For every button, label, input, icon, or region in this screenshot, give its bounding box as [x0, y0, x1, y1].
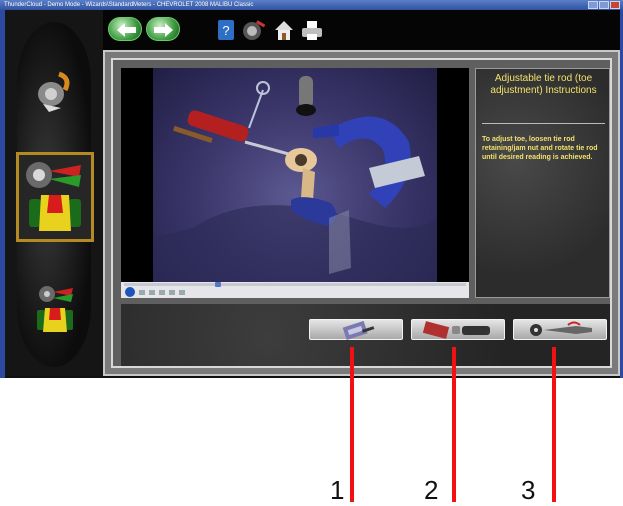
back-arrow-icon [117, 23, 136, 37]
video-progress-bar[interactable] [124, 282, 466, 287]
home-icon[interactable] [272, 18, 296, 42]
video-progress-knob[interactable] [215, 282, 221, 287]
help-icon[interactable]: ? [214, 18, 238, 42]
callout-line-1 [350, 347, 354, 502]
minimize-button[interactable] [588, 1, 598, 9]
next-icon[interactable] [179, 290, 185, 295]
callout-line-3 [552, 347, 556, 502]
instructions-panel: Adjustable tie rod (toe adjustment) Inst… [475, 68, 610, 298]
sidebar-item-adjust[interactable] [19, 60, 89, 120]
tie-rod-tool-icon [530, 321, 592, 336]
callout-line-2 [452, 347, 456, 502]
instructions-body: To adjust toe, loosen tie rod retaining/… [482, 136, 598, 161]
toolbar: ? [96, 10, 620, 50]
sidebar [5, 10, 103, 376]
measure-tools-icon [342, 320, 375, 341]
forward-button[interactable] [146, 17, 180, 41]
title-bar: ThunderCloud - Demo Mode - Wizards\Stand… [0, 0, 623, 10]
play-button[interactable] [125, 287, 135, 297]
stop-icon[interactable] [139, 290, 145, 295]
wrench-tools-button[interactable] [411, 319, 505, 340]
playback-controls [139, 290, 219, 295]
measure-tools-button[interactable] [309, 319, 403, 341]
video-controls [121, 282, 469, 298]
printer-icon[interactable] [300, 18, 324, 42]
main-content: Adjustable tie rod (toe adjustment) Inst… [103, 50, 620, 376]
divider [482, 123, 605, 124]
video-frame [153, 68, 437, 282]
sidebar-item-alignment-small[interactable] [19, 280, 89, 340]
content-panel: Adjustable tie rod (toe adjustment) Inst… [111, 58, 612, 368]
tie-rod-tool-button[interactable] [513, 319, 607, 340]
wheel-alignment-meter-icon [26, 162, 81, 231]
wheel-adjust-icon [38, 71, 70, 112]
video-player[interactable] [121, 68, 469, 298]
wrench-tools-icon [422, 321, 490, 339]
svg-text:?: ? [222, 23, 229, 38]
fast-forward-icon[interactable] [169, 290, 175, 295]
application-window: ThunderCloud - Demo Mode - Wizards\Stand… [0, 0, 623, 378]
tie-rod-illustration [153, 76, 437, 282]
window-controls [588, 1, 620, 9]
callout-label-1: 1 [330, 475, 345, 505]
sidebar-item-alignment[interactable] [16, 152, 94, 242]
callout-label-3: 3 [521, 475, 536, 505]
previous-icon[interactable] [159, 290, 165, 295]
close-button[interactable] [610, 1, 620, 9]
maximize-button[interactable] [599, 1, 609, 9]
callout-label-2: 2 [424, 475, 439, 505]
back-button[interactable] [108, 17, 142, 41]
instructions-title: Adjustable tie rod (toe adjustment) Inst… [490, 73, 597, 96]
wheel-alignment-small-icon [37, 286, 73, 332]
forward-arrow-icon [154, 23, 173, 37]
button-bar [121, 304, 610, 366]
wheel-tools-icon[interactable] [242, 18, 266, 42]
window-title: ThunderCloud - Demo Mode - Wizards\Stand… [4, 2, 254, 8]
rewind-icon[interactable] [149, 290, 155, 295]
